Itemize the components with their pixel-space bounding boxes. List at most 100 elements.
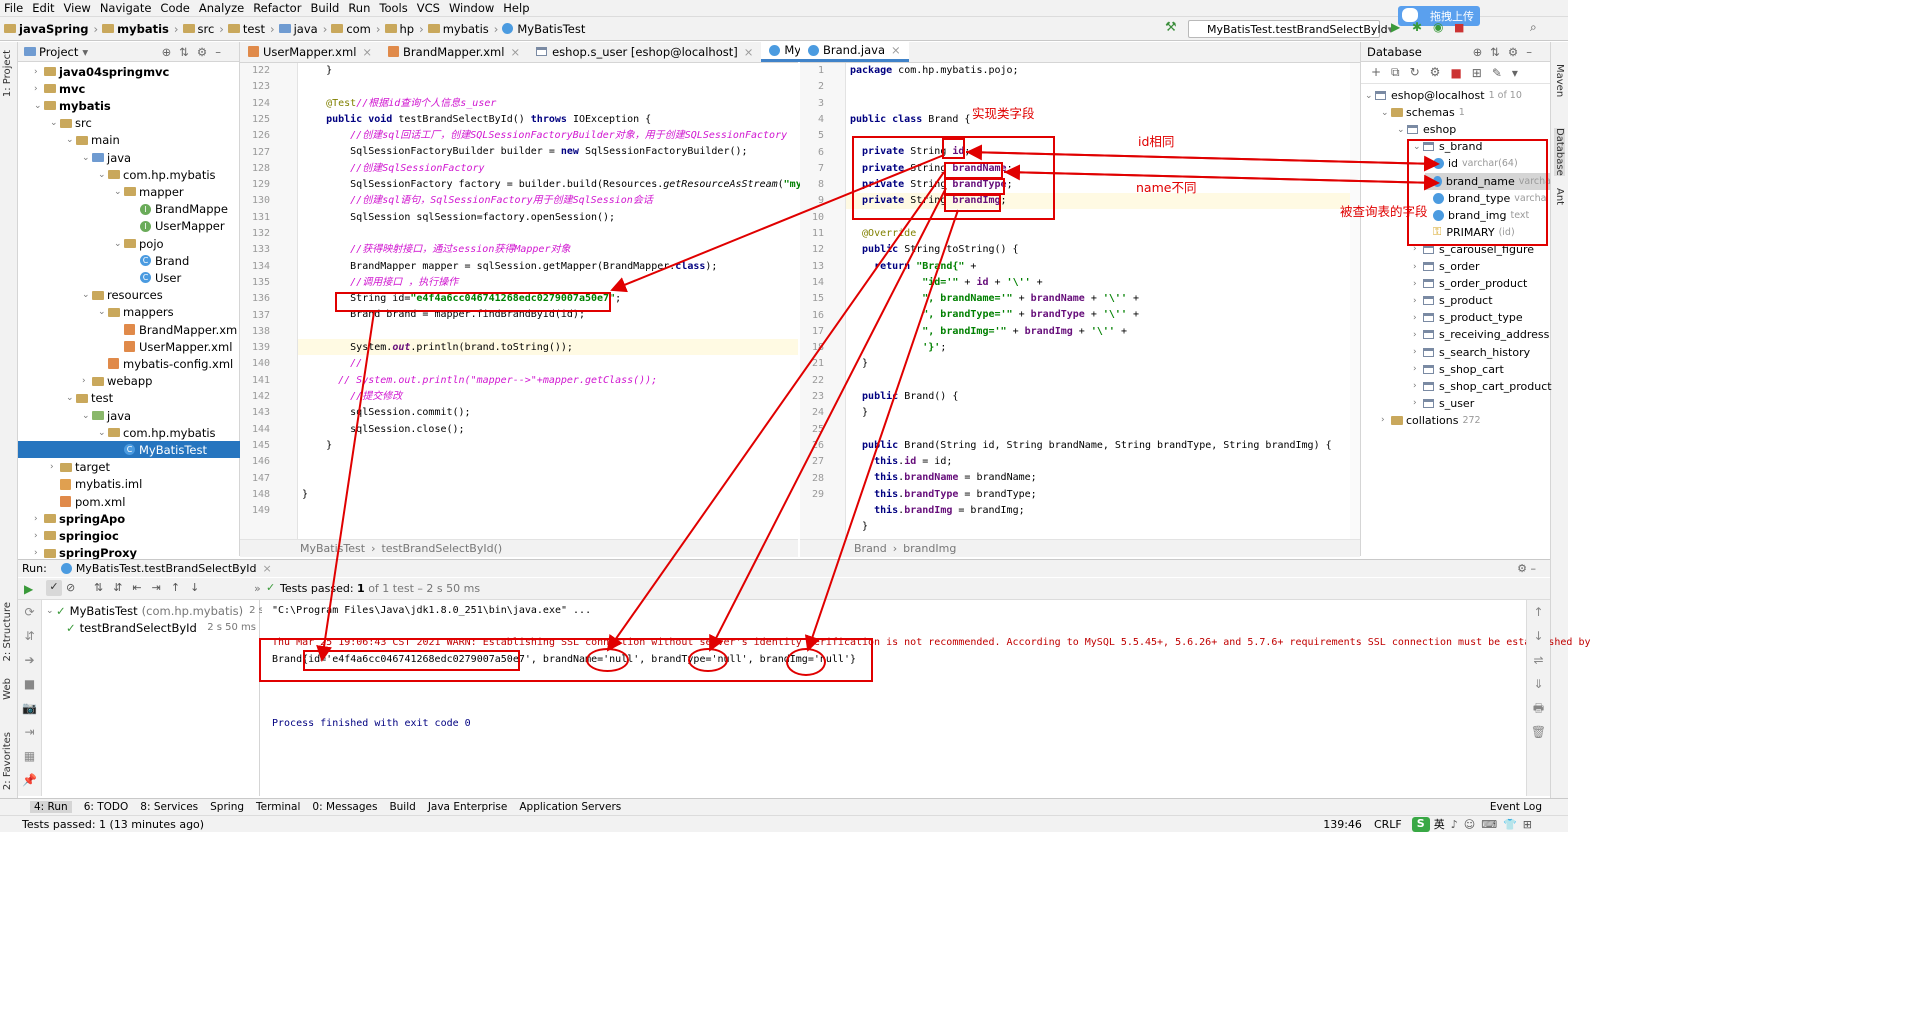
line-separator[interactable]: CRLF xyxy=(1374,818,1402,831)
project-tree-item[interactable]: ⌄ mybatis xyxy=(18,97,240,114)
project-tree-item[interactable]: › webapp xyxy=(18,373,240,390)
project-tree-item[interactable]: C MyBatisTest xyxy=(18,441,240,459)
close-icon[interactable]: × xyxy=(510,45,520,59)
close-icon[interactable]: × xyxy=(744,45,754,59)
expand-arrow-icon[interactable]: ⌄ xyxy=(1397,125,1407,135)
ime-tools-icon[interactable]: ♪☺⌨👕⊞ xyxy=(1451,818,1538,831)
ime-language[interactable]: 英 xyxy=(1434,816,1445,832)
expand-arrow-icon[interactable]: ⌄ xyxy=(82,290,92,300)
tab-brandmapper-xml[interactable]: BrandMapper.xml × xyxy=(380,41,528,62)
bottom-tab-event-log[interactable]: Event Log xyxy=(1490,801,1542,813)
tab-brand-java[interactable]: Brand.java × xyxy=(800,41,909,62)
expand-arrow-icon[interactable]: ⌄ xyxy=(98,170,108,180)
project-tree-item[interactable]: I BrandMappe xyxy=(18,201,240,218)
expand-arrow-icon[interactable]: ⌄ xyxy=(34,101,44,111)
expand-arrow-icon[interactable]: › xyxy=(50,462,60,472)
expand-arrow-icon[interactable]: › xyxy=(34,548,44,558)
project-tree-item[interactable]: C User xyxy=(18,269,240,286)
menu-item-file[interactable]: File xyxy=(4,1,23,15)
db-connection-row[interactable]: ⌄ eshop@localhost 1 of 10 xyxy=(1365,87,1522,104)
expand-arrow-icon[interactable]: ⌄ xyxy=(1381,108,1391,118)
project-tree-item[interactable]: I UserMapper xyxy=(18,218,240,235)
stop-icon[interactable]: ■ xyxy=(1454,21,1466,34)
console-side-toolbar[interactable]: ↑ ↓ ⇌ ⇓ 🖶 🗑 xyxy=(1526,600,1550,796)
expand-arrow-icon[interactable]: › xyxy=(34,514,44,524)
menu-item-edit[interactable]: Edit xyxy=(32,1,54,15)
panel-settings-icon[interactable]: ⚙ – xyxy=(1517,562,1536,575)
coverage-icon[interactable]: ◉ xyxy=(1433,20,1445,34)
debug-icon[interactable]: ✱ xyxy=(1412,20,1424,34)
breadcrumb-item[interactable]: java › xyxy=(278,22,327,36)
expand-arrow-icon[interactable]: › xyxy=(1413,347,1423,357)
panel-settings-icon[interactable]: ⊕⇅⚙– xyxy=(1473,45,1540,59)
close-icon[interactable]: × xyxy=(362,45,372,59)
rerun-icon[interactable]: ▶ xyxy=(24,582,33,596)
expand-arrow-icon[interactable]: ⌄ xyxy=(82,153,92,163)
project-tree-item[interactable]: › java04springmvc xyxy=(18,63,240,80)
menu-item-analyze[interactable]: Analyze xyxy=(199,1,244,15)
db-table-row[interactable]: › s_product_type xyxy=(1413,309,1523,326)
expand-arrow-icon[interactable]: › xyxy=(34,67,44,77)
breadcrumb-method[interactable]: testBrandSelectById() xyxy=(381,542,502,555)
expand-arrow-icon[interactable]: › xyxy=(34,531,44,541)
expand-arrow-icon[interactable]: ⌄ xyxy=(66,135,76,145)
breadcrumb-item[interactable]: MyBatisTest xyxy=(502,22,585,36)
menu-item-refactor[interactable]: Refactor xyxy=(253,1,301,15)
project-tree-item[interactable]: ⌄ resources xyxy=(18,287,240,304)
show-passed-icon[interactable]: ✓ xyxy=(46,580,62,596)
favorites-tool-tab[interactable]: 2: Favorites xyxy=(2,732,13,790)
bottom-tab-terminal[interactable]: Terminal xyxy=(256,801,300,813)
run-side-toolbar[interactable]: ⟳ ⇵ ➔ ■ 📷 ⇥ ▦ 📌 xyxy=(18,600,42,796)
db-table-row[interactable]: › s_user xyxy=(1413,395,1474,412)
test-case-row[interactable]: ✓ testBrandSelectById 2 s 50 ms xyxy=(66,619,260,636)
bottom-tab-application-servers[interactable]: Application Servers xyxy=(519,801,621,813)
project-tree-item[interactable]: ⌄ com.hp.mybatis xyxy=(18,424,240,441)
expand-arrow-icon[interactable]: › xyxy=(1381,415,1391,425)
project-panel-title[interactable]: Project xyxy=(39,45,78,59)
project-tree-item[interactable]: › mvc xyxy=(18,80,240,97)
bottom-tab-build[interactable]: Build xyxy=(389,801,415,813)
project-tree-item[interactable]: UserMapper.xml xyxy=(18,338,240,355)
expand-arrow-icon[interactable]: ⌄ xyxy=(98,307,108,317)
menu-item-vcs[interactable]: VCS xyxy=(417,1,440,15)
panel-settings-icon[interactable]: ⊕⇅⚙– xyxy=(162,45,229,59)
db-table-row[interactable]: › s_product xyxy=(1413,292,1493,309)
db-table-row[interactable]: › s_search_history xyxy=(1413,344,1530,361)
maven-tool-tab[interactable]: Maven xyxy=(1554,64,1565,97)
db-table-row[interactable]: › s_shop_cart_product xyxy=(1413,378,1552,395)
project-tree-item[interactable]: › springioc xyxy=(18,527,240,544)
right-editor-content[interactable]: package com.hp.mybatis.pojo; public clas… xyxy=(846,63,1350,539)
expand-arrow-icon[interactable]: › xyxy=(82,376,92,386)
bottom-tab-java-enterprise[interactable]: Java Enterprise xyxy=(428,801,508,813)
expand-arrow-icon[interactable]: › xyxy=(1413,330,1423,340)
more-icon[interactable]: » xyxy=(254,582,261,595)
project-tree-item[interactable]: ⌄ mapper xyxy=(18,183,240,200)
expand-arrow-icon[interactable]: ⌄ xyxy=(82,411,92,421)
menu-item-tools[interactable]: Tools xyxy=(379,1,407,15)
menu-item-navigate[interactable]: Navigate xyxy=(100,1,152,15)
close-icon[interactable]: × xyxy=(891,43,901,57)
expand-arrow-icon[interactable]: ⌄ xyxy=(66,393,76,403)
bottom-tab-6-todo[interactable]: 6: TODO xyxy=(84,801,129,813)
expand-arrow-icon[interactable]: › xyxy=(1413,398,1423,408)
bottom-tab-4-run[interactable]: 4: Run xyxy=(30,801,72,813)
ime-s-icon[interactable]: S xyxy=(1411,816,1430,832)
breadcrumb-item[interactable]: src › xyxy=(182,22,224,36)
project-tree-item[interactable]: BrandMapper.xm xyxy=(18,321,240,338)
breadcrumb-class[interactable]: Brand xyxy=(854,542,887,555)
db-table-row[interactable]: › s_order_product xyxy=(1413,275,1527,292)
breadcrumb-item[interactable]: mybatis › xyxy=(427,22,498,36)
project-tool-tab[interactable]: 1: Project xyxy=(2,50,13,97)
expand-arrow-icon[interactable]: › xyxy=(1413,296,1423,306)
project-tree-item[interactable]: › springApo xyxy=(18,510,240,527)
db-table-row[interactable]: › s_receiving_address xyxy=(1413,326,1549,343)
database-tool-tab[interactable]: Database xyxy=(1554,128,1565,176)
breadcrumb-item[interactable]: mybatis › xyxy=(102,22,179,36)
expand-arrow-icon[interactable]: › xyxy=(1413,313,1423,323)
db-collations-row[interactable]: › collations 272 xyxy=(1381,412,1481,429)
expand-arrow-icon[interactable]: ⌄ xyxy=(114,239,124,249)
breadcrumb-item[interactable]: hp › xyxy=(384,22,424,36)
project-tree-item[interactable]: ⌄ java xyxy=(18,149,240,166)
structure-tool-tab[interactable]: 2: Structure xyxy=(2,602,13,661)
right-editor-scroll-markers[interactable] xyxy=(1350,63,1360,539)
